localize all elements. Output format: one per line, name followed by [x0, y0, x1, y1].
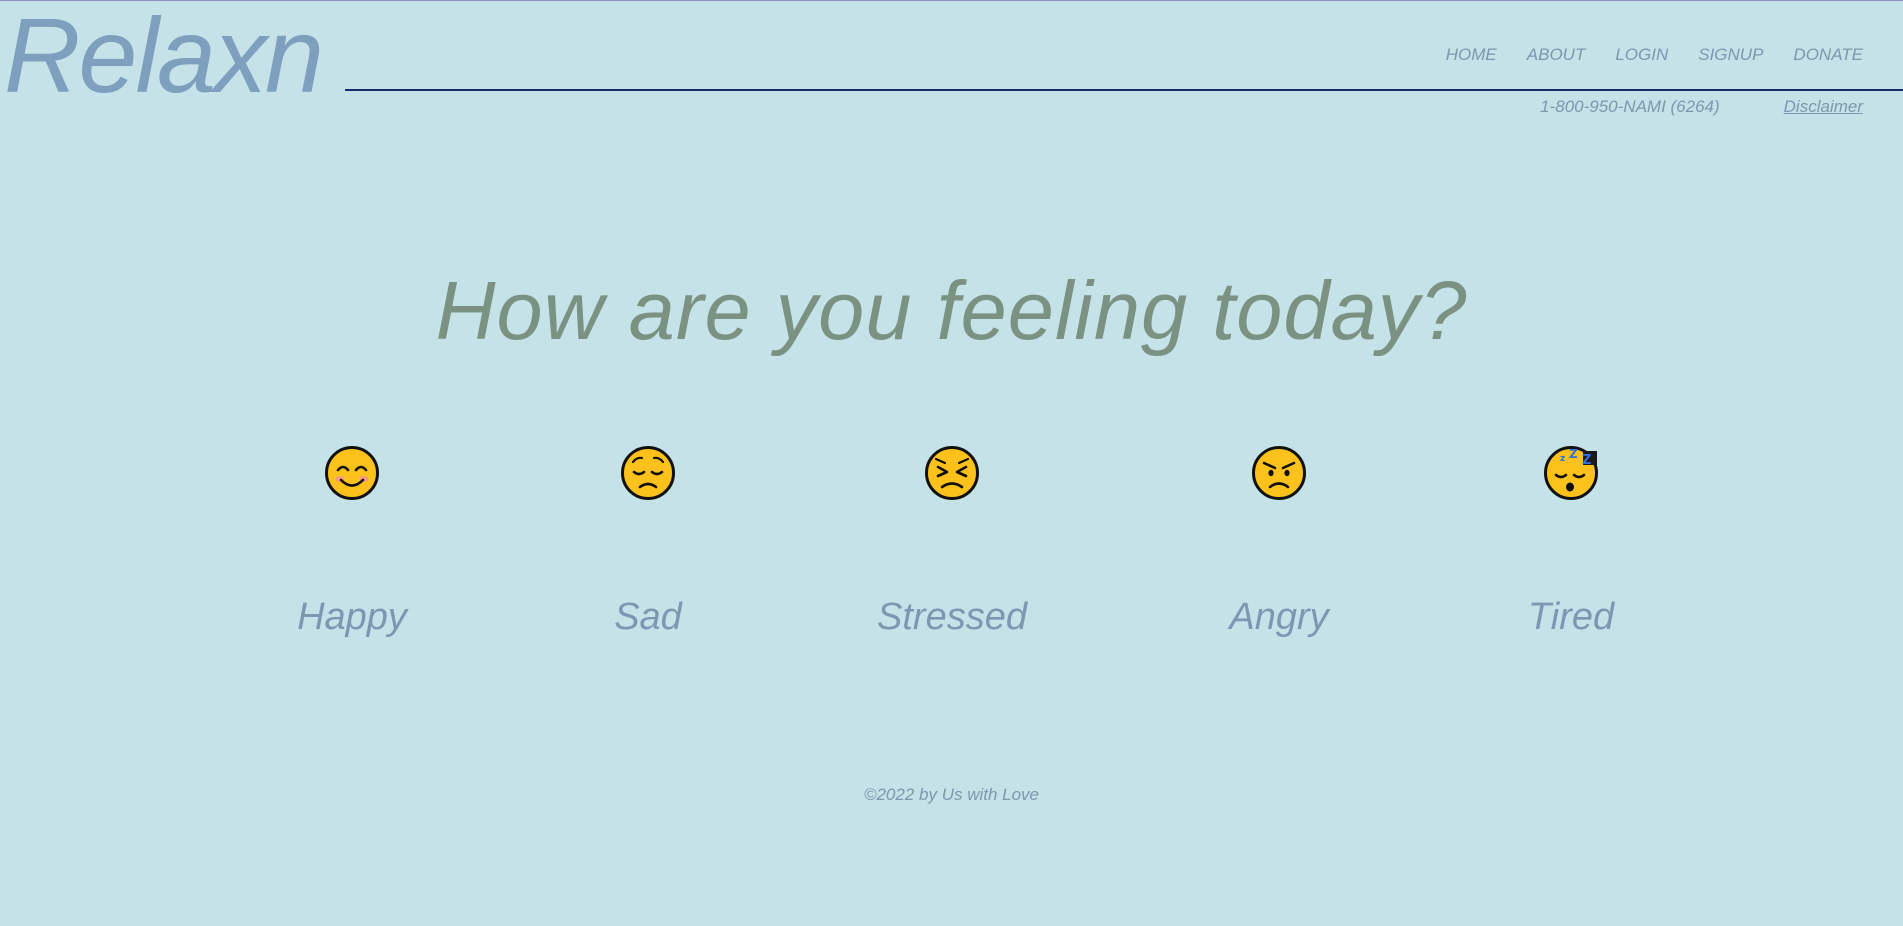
mood-option-happy[interactable]: Happy — [252, 445, 452, 639]
angry-face-icon — [1252, 446, 1306, 500]
disclaimer-link[interactable]: Disclaimer — [1784, 97, 1863, 117]
sub-nav: 1-800-950-NAMI (6264) Disclaimer — [1540, 97, 1863, 117]
svg-text:z: z — [1560, 454, 1565, 464]
page-headline: How are you feeling today? — [435, 264, 1468, 357]
smiling-face-icon — [325, 446, 379, 500]
persevering-face-icon — [925, 446, 979, 500]
mood-option-tired[interactable]: z Z Z Tired — [1471, 445, 1671, 639]
mood-option-stressed[interactable]: Stressed — [852, 445, 1052, 639]
mood-label: Stressed — [877, 596, 1027, 638]
mood-label: Happy — [297, 596, 407, 638]
helpline-phone: 1-800-950-NAMI (6264) — [1540, 97, 1720, 116]
mood-label: Angry — [1229, 596, 1329, 638]
nav-signup-link[interactable]: SIGNUP — [1698, 45, 1763, 65]
svg-text:Z: Z — [1569, 447, 1578, 461]
nav-about-link[interactable]: ABOUT — [1527, 45, 1586, 65]
mood-option-sad[interactable]: Sad — [548, 445, 748, 639]
site-logo[interactable]: Relaxn — [4, 0, 324, 120]
footer-copyright: ©2022 by Us with Love — [863, 785, 1040, 804]
nav-donate-link[interactable]: DONATE — [1793, 45, 1863, 65]
mood-label: Sad — [614, 596, 682, 638]
mood-label: Tired — [1527, 596, 1615, 638]
sleeping-face-icon: z Z Z — [1544, 446, 1598, 500]
mood-option-angry[interactable]: Angry — [1179, 445, 1379, 639]
top-nav: HOME ABOUT LOGIN SIGNUP DONATE — [1446, 45, 1863, 65]
pensive-face-icon — [621, 446, 675, 500]
nav-login-link[interactable]: LOGIN — [1615, 45, 1668, 65]
svg-text:Z: Z — [1582, 453, 1591, 468]
nav-home-link[interactable]: HOME — [1446, 45, 1497, 65]
header-divider — [345, 89, 1903, 91]
